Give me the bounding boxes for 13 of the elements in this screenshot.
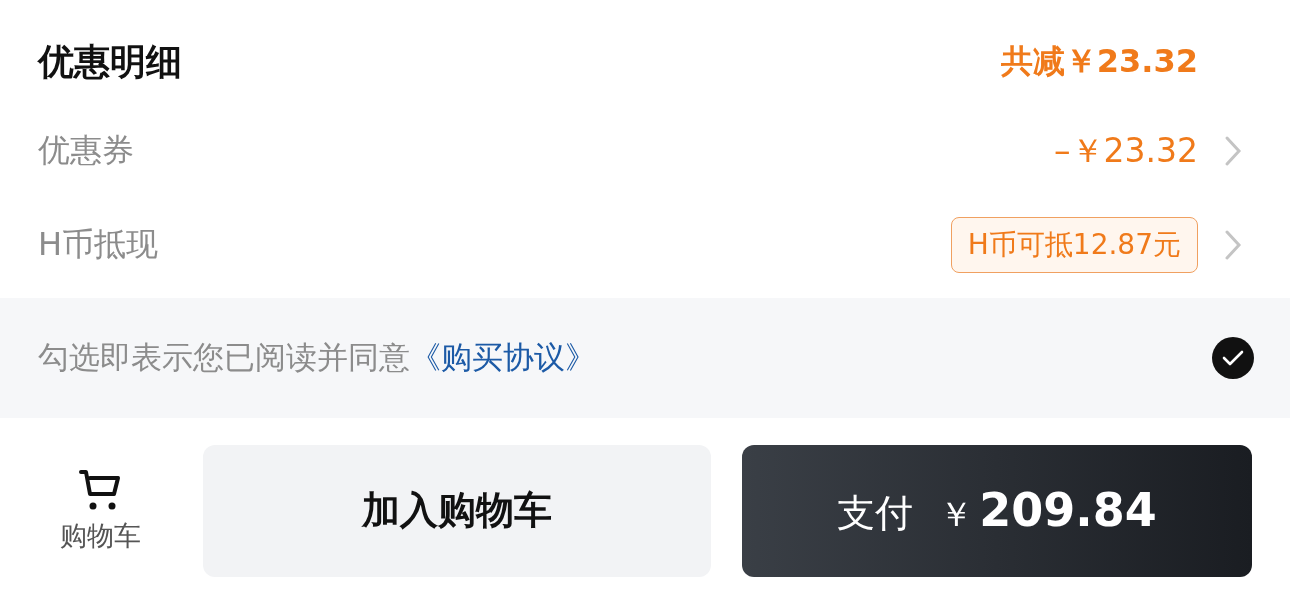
chevron-right-icon [1224, 229, 1242, 261]
chevron-right-icon [1224, 135, 1242, 167]
pay-button[interactable]: 支付 ￥209.84 [742, 444, 1252, 577]
total-discount: 共减￥23.32 [1000, 41, 1198, 82]
row-label: H币抵现 [38, 224, 160, 265]
agreement-text: 勾选即表示您已阅读并同意《购买协议》 [38, 338, 596, 377]
agreement-checkbox[interactable] [1212, 337, 1254, 379]
checkmark-icon [1222, 350, 1244, 366]
section-title: 优惠明细 [38, 39, 183, 84]
agreement-link[interactable]: 《购买协议》 [410, 339, 596, 375]
cart-label[interactable]: 购物车 [60, 517, 141, 554]
add-to-cart-button[interactable]: 加入购物车 [203, 444, 711, 577]
row-label: 优惠券 [38, 130, 135, 171]
